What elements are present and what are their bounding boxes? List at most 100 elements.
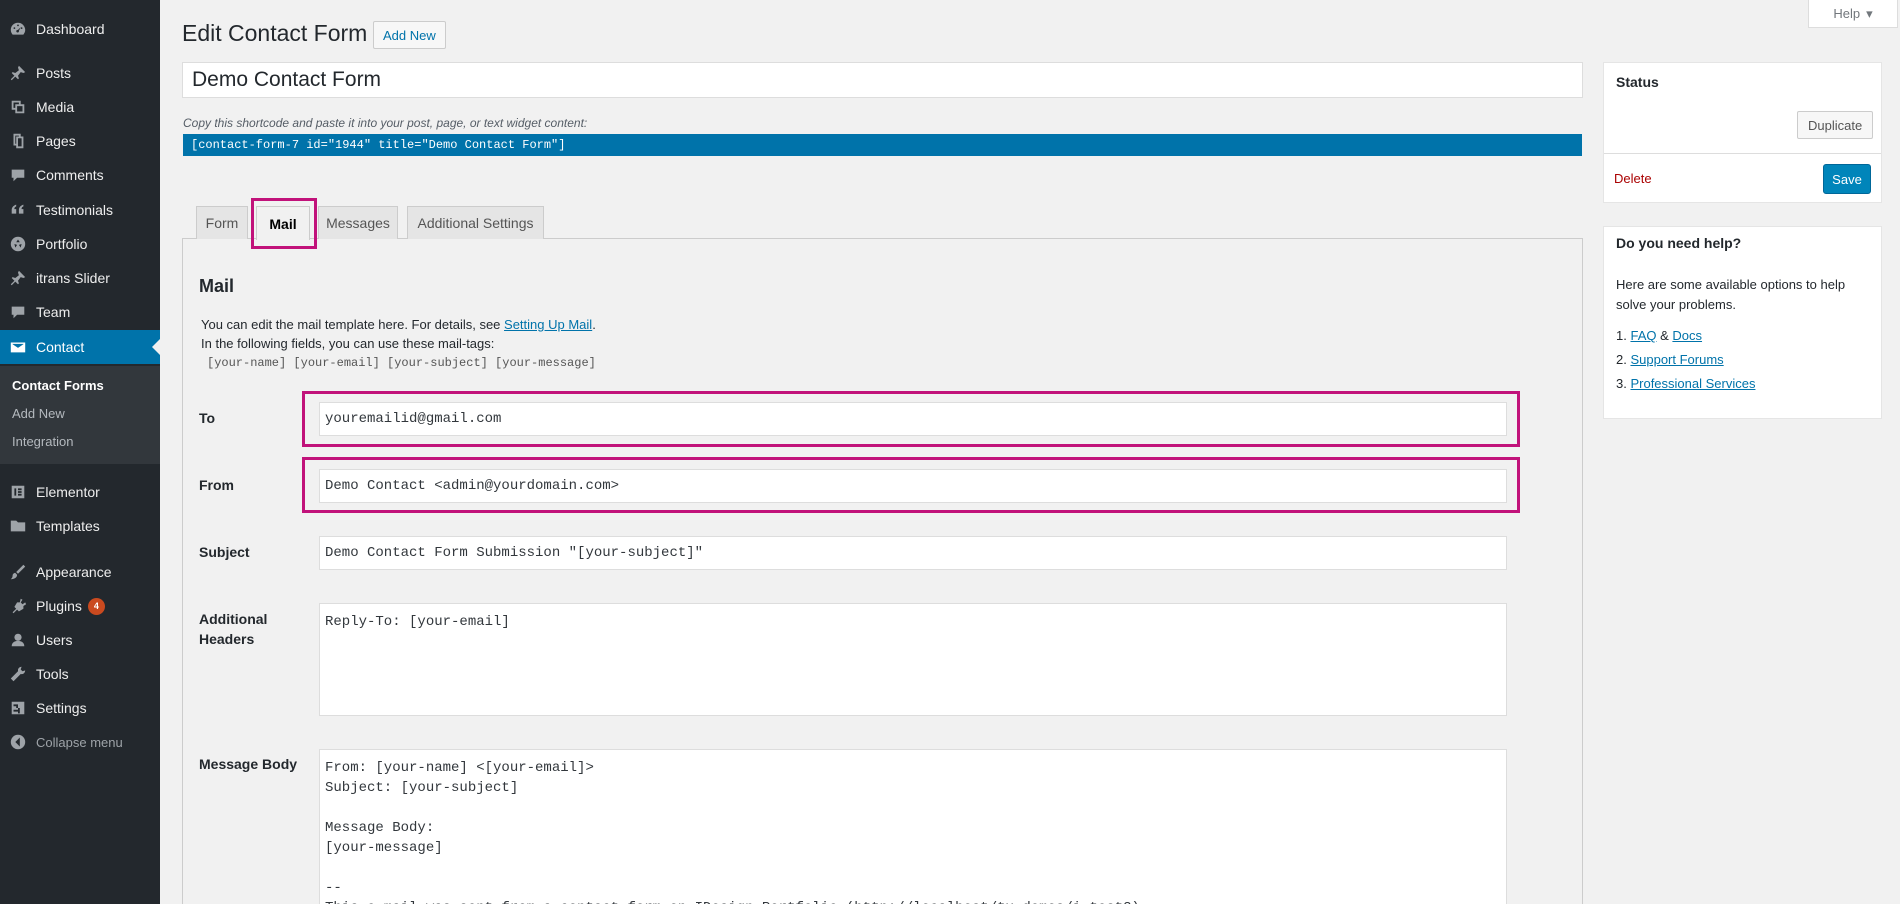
to-field-highlight — [302, 391, 1520, 447]
sidebar-item-appearance[interactable]: Appearance — [0, 555, 160, 589]
mail-icon — [0, 338, 36, 356]
additional-headers-label-line2: Headers — [199, 631, 255, 647]
sidebar-item-label: Collapse menu — [36, 734, 123, 750]
sidebar-item-contact[interactable]: Contact — [0, 330, 160, 364]
submenu-integration[interactable]: Integration — [12, 434, 73, 449]
quote-icon — [0, 201, 36, 219]
setting-up-mail-link[interactable]: Setting Up Mail — [504, 317, 592, 332]
comment-icon — [0, 166, 36, 184]
sidebar-item-comments[interactable]: Comments — [0, 158, 160, 192]
docs-link[interactable]: Docs — [1672, 328, 1702, 343]
help-box: Do you need help? Here are some availabl… — [1603, 226, 1882, 419]
admin-sidebar: Dashboard Posts Media Pages Comments Tes… — [0, 0, 160, 904]
tab-form[interactable]: Form — [196, 206, 248, 239]
help-list-item: 3. Professional Services — [1616, 376, 1756, 391]
status-title: Status — [1616, 74, 1659, 90]
submenu-add-new[interactable]: Add New — [12, 406, 65, 421]
sidebar-item-templates[interactable]: Templates — [0, 509, 160, 543]
dashboard-icon — [0, 20, 36, 38]
message-body-label: Message Body — [199, 756, 298, 772]
message-body-field[interactable]: From: [your-name] <[your-email]> Subject… — [319, 749, 1507, 904]
sidebar-item-label: Comments — [36, 167, 104, 183]
form-title-input[interactable]: Demo Contact Form — [182, 62, 1583, 98]
help-label: Help — [1833, 6, 1861, 21]
sidebar-item-label: Portfolio — [36, 236, 88, 252]
professional-services-link[interactable]: Professional Services — [1630, 376, 1755, 391]
user-icon — [0, 631, 36, 649]
support-forums-link[interactable]: Support Forums — [1630, 352, 1723, 367]
pages-icon — [0, 132, 36, 150]
wrench-icon — [0, 665, 36, 683]
tab-messages[interactable]: Messages — [318, 206, 398, 239]
subject-field[interactable]: Demo Contact Form Submission "[your-subj… — [319, 536, 1507, 570]
contact-submenu: Contact Forms Add New Integration — [0, 366, 160, 464]
sidebar-item-media[interactable]: Media — [0, 90, 160, 124]
sidebar-item-itrans-slider[interactable]: itrans Slider — [0, 261, 160, 295]
delete-link[interactable]: Delete — [1614, 171, 1652, 186]
mail-tab-highlight — [251, 198, 317, 249]
sidebar-item-label: Media — [36, 99, 75, 115]
chevron-down-icon: ▾ — [1866, 5, 1873, 21]
to-label: To — [199, 410, 216, 426]
mail-desc-text: You can edit the mail template here. For… — [201, 317, 505, 332]
status-divider — [1604, 153, 1881, 154]
sidebar-item-dashboard[interactable]: Dashboard — [0, 12, 160, 46]
faq-link[interactable]: FAQ — [1630, 328, 1656, 343]
portfolio-icon — [0, 235, 36, 253]
from-field-highlight — [302, 457, 1520, 513]
sidebar-item-team[interactable]: Team — [0, 295, 160, 329]
collapse-menu-button[interactable]: Collapse menu — [0, 725, 160, 759]
sidebar-item-testimonials[interactable]: Testimonials — [0, 193, 160, 227]
plugin-update-badge: 4 — [87, 597, 105, 615]
mail-description: You can edit the mail template here. For… — [201, 317, 596, 332]
help-tab-button[interactable]: Help ▾ — [1808, 0, 1898, 28]
sidebar-item-label: Pages — [36, 133, 76, 149]
subject-label: Subject — [199, 544, 250, 560]
sidebar-item-label: Appearance — [36, 564, 112, 580]
shortcode-field[interactable]: [contact-form-7 id="1944" title="Demo Co… — [183, 134, 1582, 156]
sidebar-item-label: Tools — [36, 666, 69, 682]
mail-tags: [your-name] [your-email] [your-subject] … — [207, 356, 596, 370]
sidebar-item-label: Users — [36, 632, 73, 648]
sidebar-item-users[interactable]: Users — [0, 623, 160, 657]
sidebar-item-label: Testimonials — [36, 202, 114, 218]
sidebar-item-pages[interactable]: Pages — [0, 124, 160, 158]
additional-headers-label-line1: Additional — [199, 611, 268, 627]
plugin-icon — [0, 597, 36, 615]
help-box-title: Do you need help? — [1616, 235, 1742, 251]
sidebar-item-portfolio[interactable]: Portfolio — [0, 227, 160, 261]
help-list-item: 1. FAQ & Docs — [1616, 328, 1703, 343]
additional-headers-label: Additional Headers — [199, 609, 267, 649]
save-button[interactable]: Save — [1823, 164, 1871, 194]
additional-headers-field[interactable]: Reply-To: [your-email] — [319, 603, 1507, 716]
sidebar-item-label: itrans Slider — [36, 270, 110, 286]
sidebar-item-elementor[interactable]: Elementor — [0, 475, 160, 509]
sidebar-item-label: Team — [36, 304, 71, 320]
collapse-icon — [0, 733, 36, 751]
sidebar-item-label: Contact — [36, 339, 85, 355]
help-list-item: 2. Support Forums — [1616, 352, 1724, 367]
comment-icon — [0, 303, 36, 321]
status-box: Status Duplicate Delete Save — [1603, 62, 1882, 203]
folder-icon — [0, 517, 36, 535]
pin-icon — [0, 269, 36, 287]
sidebar-item-plugins[interactable]: Plugins 4 — [0, 589, 160, 623]
page-title: Edit Contact Form — [182, 20, 368, 46]
mail-tags-intro: In the following fields, you can use the… — [201, 336, 495, 351]
pin-icon — [0, 64, 36, 82]
sidebar-item-settings[interactable]: Settings — [0, 691, 160, 725]
help-box-text: Here are some available options to help … — [1616, 277, 1846, 312]
submenu-contact-forms[interactable]: Contact Forms — [12, 378, 104, 393]
sidebar-item-label: Plugins — [36, 598, 82, 614]
sidebar-item-posts[interactable]: Posts — [0, 56, 160, 90]
mail-heading: Mail — [199, 276, 235, 296]
duplicate-button[interactable]: Duplicate — [1797, 111, 1874, 139]
tab-additional-settings[interactable]: Additional Settings — [407, 206, 544, 239]
mail-desc-suffix: . — [592, 317, 596, 332]
help-amp: & — [1660, 328, 1669, 343]
media-icon — [0, 98, 36, 116]
add-new-button[interactable]: Add New — [373, 21, 446, 49]
sidebar-item-label: Elementor — [36, 484, 100, 500]
sidebar-item-tools[interactable]: Tools — [0, 657, 160, 691]
from-label: From — [199, 477, 234, 493]
